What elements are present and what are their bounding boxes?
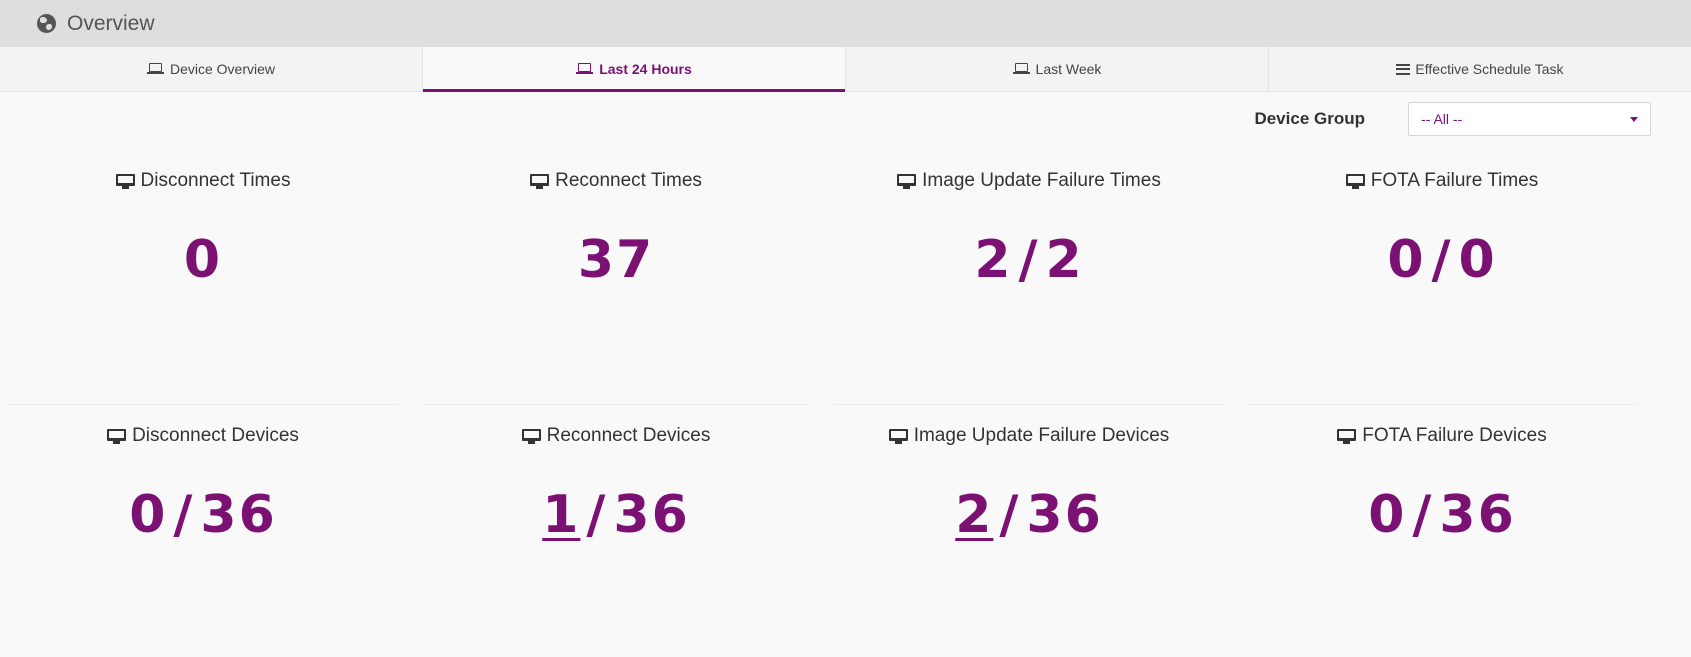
stat-card-reconnect-devices: Reconnect Devices 1/36: [421, 405, 811, 645]
card-title: FOTA Failure Devices: [1362, 425, 1547, 446]
value-right: 36: [613, 485, 690, 545]
monitor-icon: [1345, 173, 1365, 190]
value-right: 36: [1439, 485, 1516, 545]
card-title: Disconnect Times: [140, 170, 291, 191]
title-bar: Overview: [0, 0, 1691, 47]
image-update-failure-devices-link[interactable]: 2: [955, 485, 993, 545]
caret-down-icon: [1630, 116, 1638, 122]
card-value: 1/36: [421, 485, 811, 545]
card-value: 37: [421, 230, 811, 290]
value-right: 36: [1026, 485, 1103, 545]
monitor-icon: [530, 173, 550, 190]
monitor-icon: [115, 173, 135, 190]
value-left: 0: [1387, 230, 1426, 290]
monitor-icon: [897, 173, 917, 190]
value-separator: /: [1412, 485, 1434, 545]
value-separator: /: [1018, 230, 1040, 290]
monitor-icon: [888, 428, 908, 445]
monitor-icon: [107, 428, 127, 445]
value-number: 37: [577, 230, 655, 290]
card-title: Image Update Failure Devices: [913, 425, 1170, 446]
reconnect-devices-link[interactable]: 1: [542, 485, 580, 545]
card-value: 0/36: [8, 485, 398, 545]
monitor-icon: [521, 428, 541, 445]
device-group-filter: Device Group -- All --: [1254, 102, 1651, 136]
tab-label: Effective Schedule Task: [1415, 61, 1564, 77]
value-separator: /: [586, 485, 608, 545]
value-left: 0: [1368, 485, 1407, 545]
value-right: 36: [200, 485, 277, 545]
card-title: Disconnect Devices: [132, 425, 299, 446]
laptop-icon: [1012, 63, 1030, 75]
laptop-icon: [576, 63, 594, 75]
stat-card-disconnect-times: Disconnect Times 0: [8, 150, 398, 405]
tab-bar: Device Overview Last 24 Hours Last Week …: [0, 47, 1691, 92]
stat-card-disconnect-devices: Disconnect Devices 0/36: [8, 405, 398, 645]
list-icon: [1396, 63, 1411, 75]
value-separator: /: [1431, 230, 1453, 290]
device-group-label: Device Group: [1254, 109, 1365, 128]
page-title: Overview: [67, 11, 155, 35]
stat-card-image-update-failure-times: Image Update Failure Times 2/2: [834, 150, 1224, 405]
tab-label: Device Overview: [169, 61, 276, 77]
value-right: 0: [1458, 230, 1497, 290]
value-left: 2: [974, 230, 1013, 290]
device-group-selected: -- All --: [1421, 111, 1463, 127]
card-title: Reconnect Times: [555, 170, 702, 191]
stat-card-fota-failure-devices: FOTA Failure Devices 0/36: [1247, 405, 1637, 645]
tab-effective-schedule-task[interactable]: Effective Schedule Task: [1268, 47, 1691, 91]
card-value: 0/36: [1247, 485, 1637, 545]
tab-label: Last 24 Hours: [599, 61, 692, 77]
stat-card-image-update-failure-devices: Image Update Failure Devices 2/36: [834, 405, 1224, 645]
stats-grid: Disconnect Times 0 Reconnect Times 37 Im…: [0, 150, 1691, 645]
card-value: 2/2: [834, 230, 1224, 290]
tab-last-week[interactable]: Last Week: [845, 47, 1268, 91]
tab-last-24-hours[interactable]: Last 24 Hours: [422, 47, 845, 92]
monitor-icon: [1337, 428, 1357, 445]
value-separator: /: [173, 485, 195, 545]
laptop-icon: [146, 63, 164, 75]
device-group-select[interactable]: -- All --: [1408, 102, 1651, 136]
card-title: Image Update Failure Times: [922, 170, 1161, 191]
card-value: 0/0: [1247, 230, 1637, 290]
stat-card-reconnect-times: Reconnect Times 37: [421, 150, 811, 405]
stats-row-devices: Disconnect Devices 0/36 Reconnect Device…: [0, 405, 1691, 645]
card-value: 0: [8, 230, 398, 290]
value-left: 0: [129, 485, 168, 545]
tab-device-overview[interactable]: Device Overview: [0, 47, 422, 91]
value-separator: /: [999, 485, 1021, 545]
card-value: 2/36: [834, 485, 1224, 545]
value-number: 0: [183, 230, 223, 290]
stats-row-times: Disconnect Times 0 Reconnect Times 37 Im…: [0, 150, 1691, 405]
globe-icon: [37, 14, 56, 33]
stat-card-fota-failure-times: FOTA Failure Times 0/0: [1247, 150, 1637, 405]
card-title: FOTA Failure Times: [1370, 170, 1539, 191]
card-title: Reconnect Devices: [546, 425, 711, 446]
value-right: 2: [1045, 230, 1084, 290]
tab-label: Last Week: [1035, 61, 1102, 77]
